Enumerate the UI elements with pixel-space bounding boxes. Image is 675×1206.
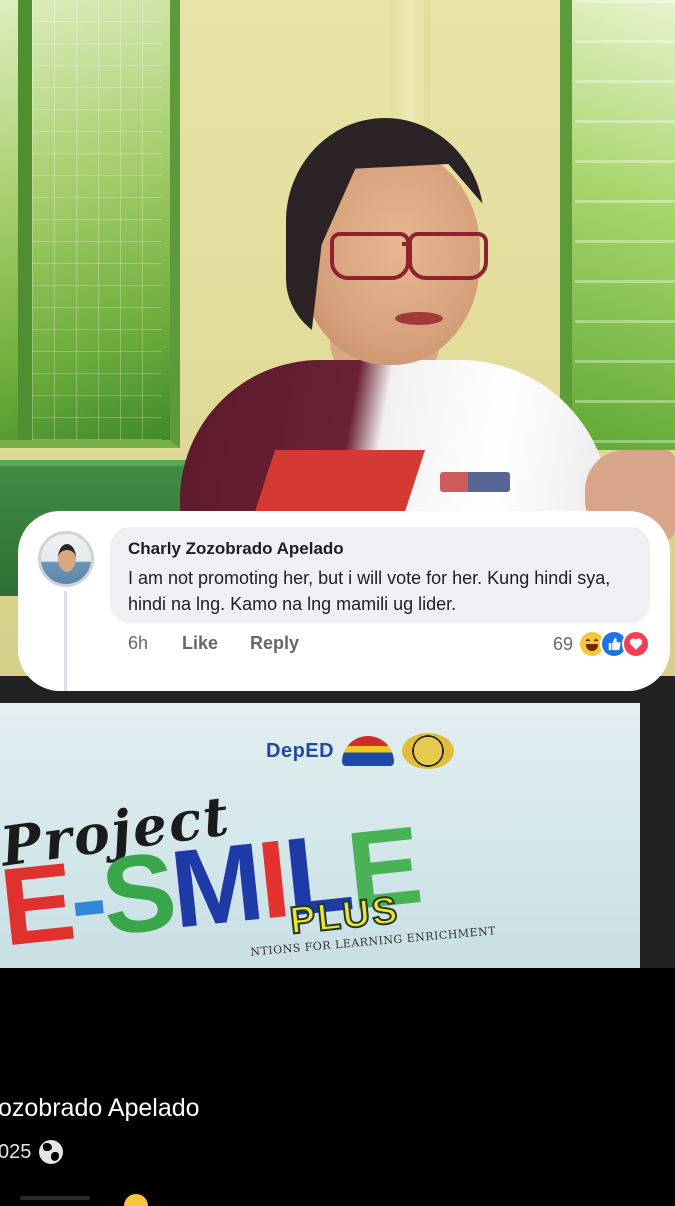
reaction-count: 69 — [552, 633, 573, 654]
globe-icon — [39, 1140, 64, 1164]
glasses-lens-left — [330, 232, 410, 280]
thread-line — [64, 591, 67, 691]
window-louvers — [575, 0, 675, 450]
avatar-face — [58, 544, 76, 572]
post-date[interactable]: 025 — [0, 1141, 31, 1164]
comment-text: I am not promoting her, but i will vote … — [128, 568, 611, 614]
glasses-bridge — [402, 242, 412, 246]
post-photo: DepED Project E-SMILE PLUS NTIONS FOR LE… — [0, 0, 675, 968]
person-lips — [395, 312, 443, 325]
avatar[interactable] — [38, 531, 94, 587]
love-icon — [622, 630, 650, 658]
shirt-print — [440, 472, 510, 492]
laptop-screen: DepED Project E-SMILE PLUS NTIONS FOR LE… — [0, 703, 640, 968]
reaction-summary[interactable]: 69 — [553, 630, 650, 658]
deped-logo: DepED — [266, 739, 335, 762]
glasses-lens-right — [408, 232, 488, 280]
post-meta: 025 — [0, 1140, 64, 1164]
reply-button[interactable]: Reply — [250, 633, 299, 654]
comment-actions: 6h Like Reply — [128, 633, 299, 654]
window-frame — [18, 0, 32, 440]
comment-author[interactable]: Charly Zozobrado Apelado — [128, 539, 344, 559]
bagong-pilipinas-logo — [342, 736, 395, 766]
like-button[interactable]: Like — [182, 633, 250, 654]
slide-logos: DepED — [266, 733, 455, 769]
comment-time[interactable]: 6h — [128, 633, 182, 654]
bottom-reaction-icon — [124, 1194, 148, 1206]
post-author-name[interactable]: ozobrado Apelado — [0, 1094, 200, 1123]
bottom-action-bar — [20, 1196, 90, 1200]
school-seal-logo — [402, 733, 455, 769]
comment-bubble: Charly Zozobrado Apelado I am not promot… — [110, 527, 650, 623]
comment-card: Charly Zozobrado Apelado I am not promot… — [18, 511, 670, 691]
window-grille — [32, 0, 162, 440]
